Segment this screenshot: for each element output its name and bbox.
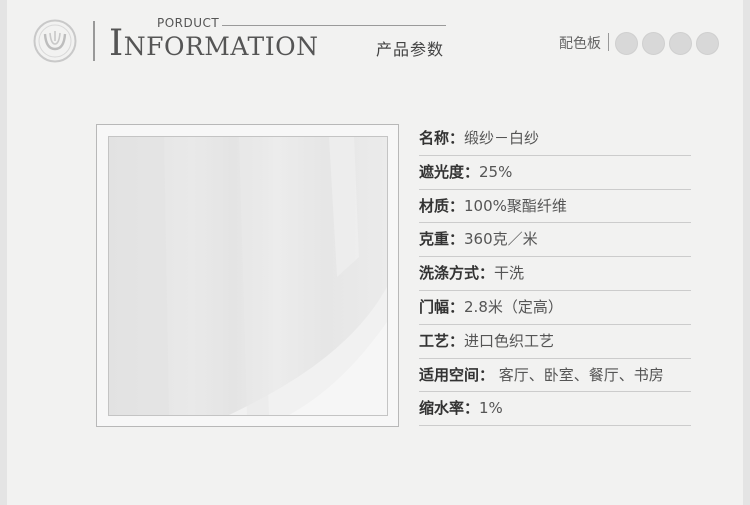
spec-label: 遮光度： (419, 162, 480, 181)
palette-label: 配色板 (559, 36, 601, 52)
spec-row-space: 适用空间： 客厅、卧室、餐厅、书房 (419, 359, 691, 393)
spec-label: 名称： (419, 129, 465, 147)
spec-value: 进口色织工艺 (464, 331, 555, 350)
spec-value: 1% (479, 399, 503, 418)
color-swatch-4[interactable] (696, 32, 719, 55)
spec-label: 适用空间： (419, 365, 495, 384)
spec-label: 洗涤方式： (419, 264, 495, 283)
spec-row-weight: 克重：360克／米 (419, 223, 691, 258)
spec-value: 100%聚酯纤维 (464, 196, 567, 215)
palette-divider (608, 33, 609, 51)
spec-row-name: 名称：缎纱－白纱 (419, 122, 691, 156)
spec-label: 缩水率： (419, 399, 480, 418)
spec-label: 材质： (419, 196, 465, 215)
spec-label: 门幅： (419, 297, 465, 316)
spec-list: 名称：缎纱－白纱 遮光度：25% 材质：100%聚酯纤维 克重：360克／米 洗… (419, 122, 691, 427)
spec-value: 干洗 (494, 264, 525, 283)
spec-row-craft: 工艺：进口色织工艺 (419, 325, 691, 359)
spec-row-shrinkage: 缩水率：1% (419, 392, 691, 427)
spec-value: 360克／米 (464, 230, 538, 249)
spec-row-washing: 洗涤方式：干洗 (419, 257, 691, 291)
spec-value: 缎纱－白纱 (464, 129, 540, 147)
spec-value: 2.8米（定高） (464, 297, 563, 316)
spec-value: 25% (479, 162, 513, 181)
color-swatch-2[interactable] (642, 32, 665, 55)
spec-value: 客厅、卧室、餐厅、书房 (494, 365, 664, 384)
product-info-page: PORDUCT Information 产品参数 配色板 名称：缎纱－白纱 遮光… (0, 0, 750, 505)
spec-row-shading: 遮光度：25% (419, 156, 691, 190)
fabric-sample-image (108, 136, 388, 416)
header-divider (93, 21, 95, 61)
page-title: Information (109, 23, 319, 64)
spec-label: 工艺： (419, 331, 465, 350)
right-border (743, 0, 750, 505)
color-swatch-3[interactable] (669, 32, 692, 55)
color-swatch-1[interactable] (615, 32, 638, 55)
page-subtitle: 产品参数 (376, 40, 445, 59)
left-border (0, 0, 7, 505)
spec-label: 克重： (419, 230, 465, 249)
spec-row-width: 门幅：2.8米（定高） (419, 291, 691, 325)
spec-row-material: 材质：100%聚酯纤维 (419, 190, 691, 224)
fabric-sample-frame (96, 124, 399, 427)
brand-logo-icon (33, 19, 77, 63)
